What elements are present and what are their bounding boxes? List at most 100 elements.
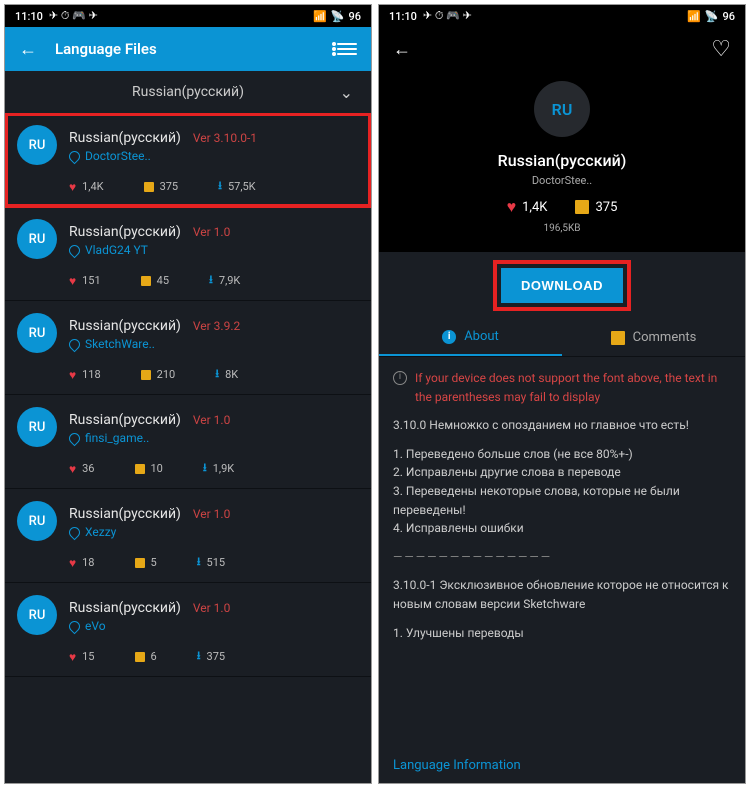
status-bar: 11:10 ✈ ⏱ 🎮 ✈ 📶 📡 96 [5, 5, 371, 27]
app-bar: ← Language Files [5, 27, 371, 71]
changelog-text: 3.10.0-1 Эксклюзивное обновление которое… [393, 576, 731, 613]
list-item[interactable]: RU Russian(русский) Ver 1.0 Xezzy ♥18 5 … [5, 489, 371, 583]
chevron-down-icon: ⌄ [340, 83, 353, 102]
likes-stat[interactable]: ♥1,4K [69, 177, 104, 196]
language-avatar: RU [17, 219, 57, 259]
note-icon [141, 370, 151, 380]
note-icon [135, 464, 145, 474]
back-icon[interactable]: ← [393, 39, 411, 60]
item-title: Russian(русский) [69, 130, 181, 146]
wifi-icon: 📡 [331, 10, 345, 23]
page-title: Language Files [55, 40, 157, 58]
separator: —————————————— [393, 548, 731, 567]
item-author[interactable]: VladG24 YT [69, 243, 359, 257]
download-icon: ⭳ [218, 177, 222, 196]
file-list[interactable]: RU Russian(русский) Ver 3.10.0-1 DoctorS… [5, 113, 371, 783]
comments-stat[interactable]: 10 [135, 459, 163, 478]
item-version: Ver 1.0 [193, 413, 230, 427]
list-item[interactable]: RU Russian(русский) Ver 3.9.2 SketchWare… [5, 301, 371, 395]
note-icon [135, 558, 145, 568]
downloads-stat: ⭳1,9K [203, 459, 234, 478]
tab-comments[interactable]: Comments [562, 319, 745, 356]
detail-title: Russian(русский) [498, 151, 627, 170]
comments-stat[interactable]: 45 [141, 271, 169, 290]
language-dropdown[interactable]: Russian(русский) ⌄ [5, 71, 371, 113]
download-icon: ⭳ [197, 647, 201, 666]
downloads-stat: ⭳375 [197, 647, 225, 666]
item-version: Ver 3.10.0-1 [193, 131, 257, 145]
likes-stat[interactable]: ♥15 [69, 647, 95, 666]
item-author[interactable]: eVo [69, 619, 359, 633]
item-author[interactable]: Xezzy [69, 525, 359, 539]
favorite-icon[interactable]: ♡ [711, 37, 731, 62]
comments-stat[interactable]: 210 [141, 365, 176, 384]
changelog-text: 1. Улучшены переводы [393, 624, 731, 643]
likes-stat[interactable]: ♥151 [69, 271, 101, 290]
changelog-text: 3.10.0 Немножко с опозданием но главное … [393, 416, 731, 435]
status-icons-left: ✈ ⏱ 🎮 ✈ [49, 9, 98, 23]
heart-icon: ♥ [69, 556, 76, 570]
status-icons-left: ✈ ⏱ 🎮 ✈ [423, 9, 472, 23]
font-warning: i If your device does not support the fo… [393, 369, 731, 406]
back-icon[interactable]: ← [19, 39, 37, 60]
battery-pct: 96 [722, 10, 735, 23]
heart-icon: ♥ [69, 180, 76, 194]
download-icon: ⭳ [197, 553, 201, 572]
download-icon: ⭳ [215, 365, 219, 384]
language-avatar: RU [17, 407, 57, 447]
likes-stat[interactable]: ♥36 [69, 459, 95, 478]
language-avatar: RU [17, 313, 57, 353]
detail-app-bar: ← ♡ [379, 27, 745, 71]
item-version: Ver 1.0 [193, 507, 230, 521]
changelog-text: 1. Переведено больше слов (не все 80%+-)… [393, 445, 731, 538]
likes-stat[interactable]: ♥18 [69, 553, 95, 572]
language-avatar: RU [534, 81, 590, 137]
list-view-icon[interactable] [337, 43, 357, 55]
note-icon [135, 652, 145, 662]
likes-stat[interactable]: ♥1,4K [507, 197, 548, 217]
list-item[interactable]: RU Russian(русский) Ver 1.0 eVo ♥15 6 ⭳3… [5, 583, 371, 677]
info-icon: i [442, 330, 456, 344]
info-outline-icon: i [393, 371, 407, 385]
heart-icon: ♥ [69, 274, 76, 288]
comments-stat[interactable]: 375 [144, 177, 179, 196]
file-size: 196,5KB [544, 223, 581, 234]
item-title: Russian(русский) [69, 506, 181, 522]
heart-icon: ♥ [69, 650, 76, 664]
detail-tabs: i About Comments [379, 319, 745, 357]
heart-icon: ♥ [507, 197, 517, 217]
tab-about[interactable]: i About [379, 319, 562, 356]
comments-stat[interactable]: 5 [135, 553, 157, 572]
language-dropdown-label: Russian(русский) [132, 84, 244, 100]
item-title: Russian(русский) [69, 224, 181, 240]
detail-header: RU Russian(русский) DoctorStee.. ♥1,4K 3… [379, 71, 745, 252]
list-item[interactable]: RU Russian(русский) Ver 3.10.0-1 DoctorS… [5, 113, 371, 207]
download-icon: ⭳ [203, 459, 207, 478]
list-item[interactable]: RU Russian(русский) Ver 1.0 finsi_game..… [5, 395, 371, 489]
item-version: Ver 3.9.2 [193, 319, 240, 333]
download-button[interactable]: DOWNLOAD [501, 268, 623, 303]
comments-stat[interactable]: 6 [135, 647, 157, 666]
battery-pct: 96 [348, 10, 361, 23]
detail-author[interactable]: DoctorStee.. [532, 174, 592, 187]
download-icon: ⭳ [209, 271, 213, 290]
item-author[interactable]: DoctorStee.. [69, 149, 359, 163]
status-time: 11:10 [389, 10, 417, 23]
item-author[interactable]: finsi_game.. [69, 431, 359, 445]
downloads-stat: ⭳515 [197, 553, 225, 572]
heart-icon: ♥ [69, 462, 76, 476]
phone-left: 11:10 ✈ ⏱ 🎮 ✈ 📶 📡 96 ← Language Files Ru… [4, 4, 372, 784]
item-title: Russian(русский) [69, 600, 181, 616]
signal-icon: 📶 [687, 10, 701, 23]
item-version: Ver 1.0 [193, 601, 230, 615]
likes-stat[interactable]: ♥118 [69, 365, 101, 384]
signal-icon: 📶 [313, 10, 327, 23]
list-item[interactable]: RU Russian(русский) Ver 1.0 VladG24 YT ♥… [5, 207, 371, 301]
language-info-link[interactable]: Language Information [379, 750, 745, 783]
item-title: Russian(русский) [69, 412, 181, 428]
about-content[interactable]: i If your device does not support the fo… [379, 357, 745, 750]
note-icon [575, 200, 589, 214]
comments-stat[interactable]: 375 [575, 200, 617, 215]
item-author[interactable]: SketchWare.. [69, 337, 359, 351]
phone-right: 11:10 ✈ ⏱ 🎮 ✈ 📶 📡 96 ← ♡ RU Russian(русс… [378, 4, 746, 784]
